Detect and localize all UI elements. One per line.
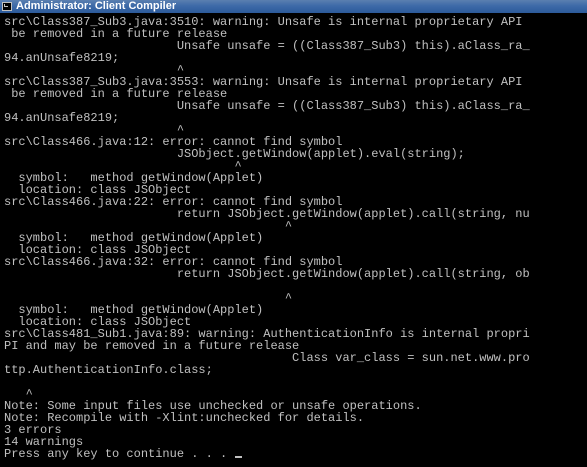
title-bar[interactable]: Administrator: Client Compiler [0, 0, 587, 13]
text-cursor [235, 456, 243, 458]
console-line: return JSObject.getWindow(applet).call(s… [4, 267, 530, 281]
prompt-text: Press any key to continue . . . [4, 447, 235, 461]
console-line: ttp.AuthenticationInfo.class; [4, 363, 213, 377]
console-line: 3 errors [4, 423, 62, 437]
window-title: Administrator: Client Compiler [16, 0, 177, 12]
prompt-line: Press any key to continue . . . [4, 448, 587, 460]
console-line: Note: Recompile with -Xlint:unchecked fo… [4, 411, 365, 425]
console-output[interactable]: src\Class387_Sub3.java:3510: warning: Un… [4, 16, 587, 467]
console-window: Administrator: Client Compiler src\Class… [0, 0, 587, 467]
console-icon [2, 2, 12, 11]
